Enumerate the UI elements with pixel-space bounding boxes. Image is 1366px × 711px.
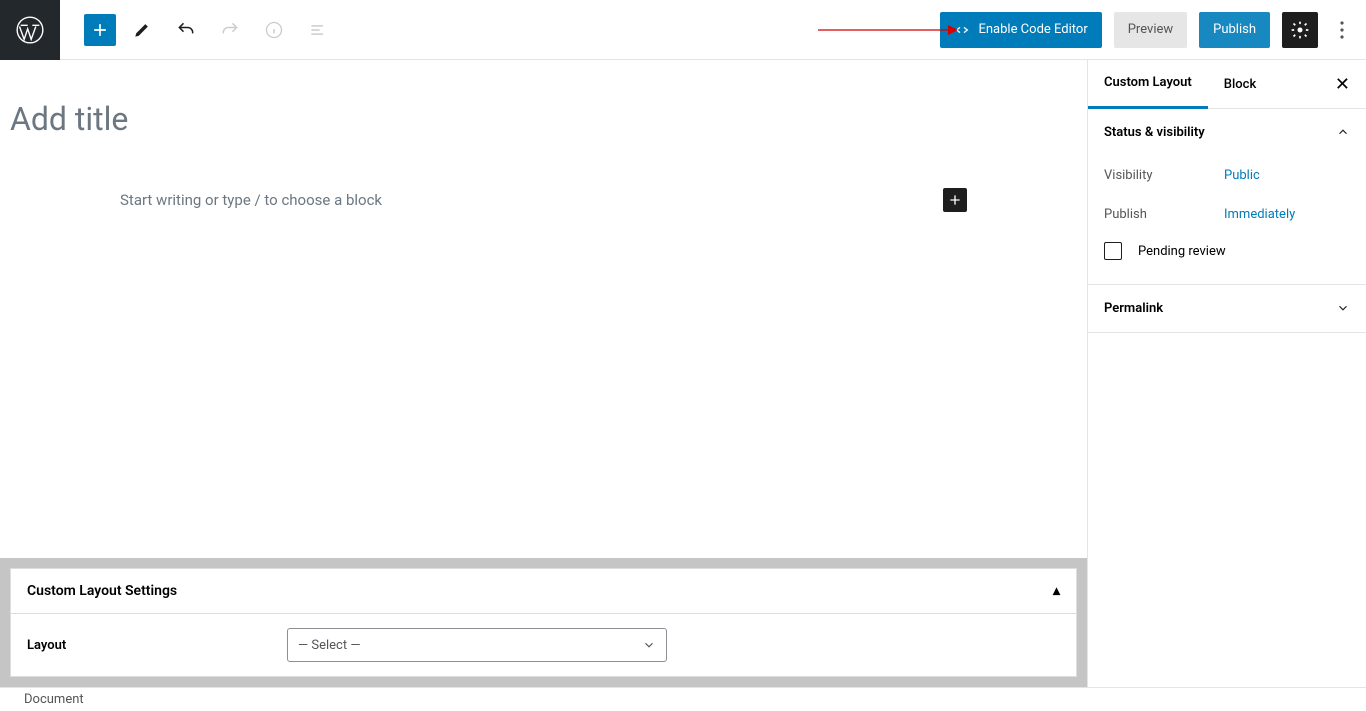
sidebar: Custom Layout Block ✕ Status & visibilit… bbox=[1087, 60, 1366, 687]
block-area[interactable]: Start writing or type / to choose a bloc… bbox=[120, 188, 967, 212]
edit-icon[interactable] bbox=[124, 12, 160, 48]
publish-label: Publish bbox=[1104, 207, 1224, 222]
chevron-up-icon bbox=[1336, 125, 1350, 139]
status-visibility-heading[interactable]: Status & visibility bbox=[1088, 109, 1366, 156]
chevron-down-icon bbox=[642, 638, 656, 652]
code-editor-label: Enable Code Editor bbox=[978, 22, 1087, 37]
status-visibility-section: Status & visibility Visibility Public Pu… bbox=[1088, 109, 1366, 285]
top-toolbar: Enable Code Editor Preview Publish bbox=[0, 0, 1366, 60]
pending-review-checkbox[interactable] bbox=[1104, 242, 1122, 260]
gear-icon bbox=[1290, 20, 1310, 40]
publish-button[interactable]: Publish bbox=[1199, 12, 1270, 48]
add-block-inline-button[interactable] bbox=[943, 188, 967, 212]
pending-review-row: Pending review bbox=[1104, 234, 1350, 268]
layout-label: Layout bbox=[27, 638, 287, 653]
visibility-row: Visibility Public bbox=[1104, 156, 1350, 195]
add-block-button[interactable] bbox=[84, 14, 116, 46]
undo-button[interactable] bbox=[168, 12, 204, 48]
permalink-section: Permalink bbox=[1088, 285, 1366, 333]
tab-custom-layout[interactable]: Custom Layout bbox=[1088, 60, 1208, 109]
plus-icon bbox=[947, 192, 963, 208]
permalink-heading[interactable]: Permalink bbox=[1088, 285, 1366, 332]
main-area: Add title Start writing or type / to cho… bbox=[0, 60, 1366, 687]
status-body: Visibility Public Publish Immediately Pe… bbox=[1088, 156, 1366, 284]
settings-panel-title: Custom Layout Settings bbox=[27, 583, 177, 599]
title-placeholder: Add title bbox=[10, 100, 1087, 138]
pending-review-label: Pending review bbox=[1138, 244, 1226, 259]
settings-button[interactable] bbox=[1282, 12, 1318, 48]
more-options-button[interactable] bbox=[1330, 12, 1354, 48]
title-area[interactable]: Add title bbox=[0, 60, 1087, 138]
publish-value[interactable]: Immediately bbox=[1224, 207, 1295, 222]
settings-box: Custom Layout Settings ▴ Layout — Select… bbox=[10, 568, 1077, 677]
redo-button[interactable] bbox=[212, 12, 248, 48]
chevron-down-icon bbox=[1336, 301, 1350, 315]
toolbar-right: Enable Code Editor Preview Publish bbox=[940, 12, 1366, 48]
kebab-icon bbox=[1340, 21, 1344, 39]
settings-panel-body: Layout — Select — bbox=[11, 614, 1076, 676]
visibility-value[interactable]: Public bbox=[1224, 168, 1260, 183]
wp-logo[interactable] bbox=[0, 0, 60, 60]
block-placeholder: Start writing or type / to choose a bloc… bbox=[120, 191, 382, 209]
publish-row: Publish Immediately bbox=[1104, 195, 1350, 234]
sidebar-tabs: Custom Layout Block ✕ bbox=[1088, 60, 1366, 109]
info-icon[interactable] bbox=[256, 12, 292, 48]
close-sidebar-button[interactable]: ✕ bbox=[1319, 74, 1366, 95]
annotation-arrow bbox=[818, 22, 958, 38]
outline-icon[interactable] bbox=[300, 12, 336, 48]
custom-layout-settings-panel: Custom Layout Settings ▴ Layout — Select… bbox=[0, 558, 1087, 687]
breadcrumb[interactable]: Document bbox=[0, 687, 1366, 711]
visibility-label: Visibility bbox=[1104, 168, 1224, 183]
caret-up-icon: ▴ bbox=[1053, 583, 1060, 599]
select-placeholder: — Select — bbox=[298, 638, 360, 653]
enable-code-editor-button[interactable]: Enable Code Editor bbox=[940, 12, 1101, 48]
editor-canvas: Add title Start writing or type / to cho… bbox=[0, 60, 1087, 687]
tab-block[interactable]: Block bbox=[1208, 60, 1272, 109]
layout-select[interactable]: — Select — bbox=[287, 628, 667, 662]
preview-button[interactable]: Preview bbox=[1114, 12, 1187, 48]
settings-panel-header[interactable]: Custom Layout Settings ▴ bbox=[11, 569, 1076, 614]
toolbar-left bbox=[60, 12, 336, 48]
